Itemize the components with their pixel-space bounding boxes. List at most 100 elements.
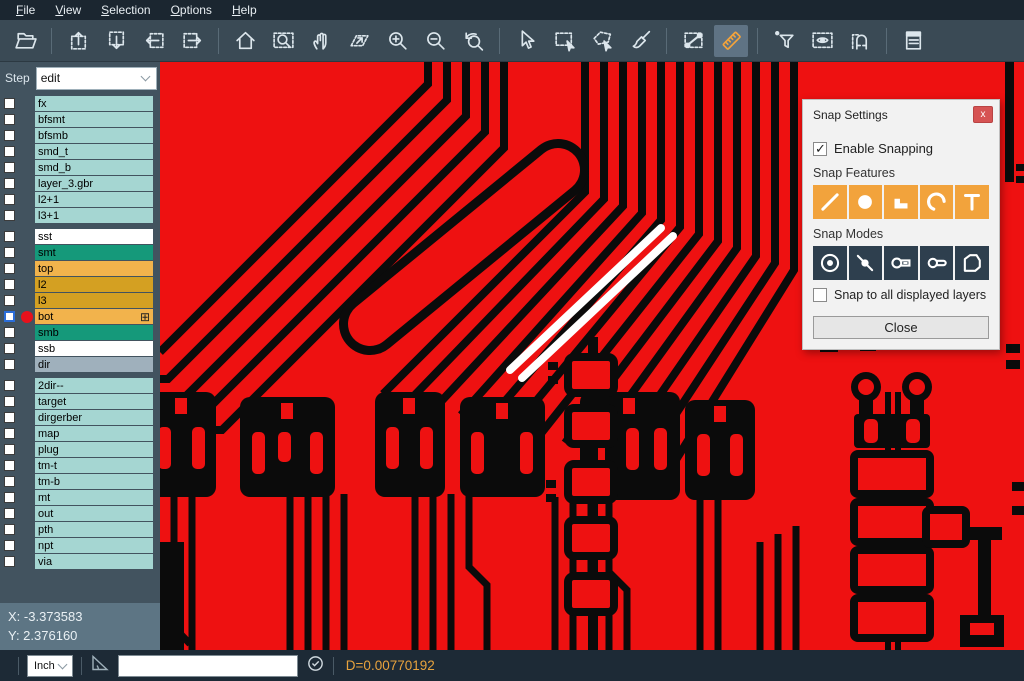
pan-right-icon[interactable] — [175, 25, 209, 57]
layer-name-label[interactable]: pth — [35, 522, 153, 537]
measure-input[interactable] — [118, 655, 298, 677]
snap-all-layers-row[interactable]: Snap to all displayed layers — [813, 288, 989, 302]
display-eye-icon[interactable] — [805, 25, 839, 57]
layer-name-label[interactable]: map — [35, 426, 153, 441]
layer-visibility-checkbox[interactable] — [4, 162, 15, 173]
layer-row-smd_t[interactable]: smd_t — [0, 144, 160, 159]
enable-snapping-checkbox[interactable] — [813, 142, 827, 156]
select-cursor-icon[interactable] — [509, 25, 543, 57]
pan-hand-icon[interactable] — [304, 25, 338, 57]
layer-visibility-checkbox[interactable] — [4, 295, 15, 306]
select-rect-icon[interactable] — [547, 25, 581, 57]
sync-check-icon[interactable] — [306, 654, 325, 678]
mode-center-icon[interactable] — [813, 246, 847, 280]
layer-row-2dir--[interactable]: 2dir-- — [0, 378, 160, 393]
close-button[interactable]: Close — [813, 316, 989, 339]
layer-row-top[interactable]: top — [0, 261, 160, 276]
layer-row-mt[interactable]: mt — [0, 490, 160, 505]
layer-row-bfsmb[interactable]: bfsmb — [0, 128, 160, 143]
layer-visibility-checkbox[interactable] — [4, 540, 15, 551]
snap-all-layers-checkbox[interactable] — [813, 288, 827, 302]
layer-row-target[interactable]: target — [0, 394, 160, 409]
layer-row-layer_3.gbr[interactable]: layer_3.gbr — [0, 176, 160, 191]
layer-row-dir[interactable]: dir — [0, 357, 160, 372]
layer-name-label[interactable]: 2dir-- — [35, 378, 153, 393]
menu-selection[interactable]: Selection — [91, 1, 160, 19]
layer-visibility-checkbox[interactable] — [4, 359, 15, 370]
zoom-window-icon[interactable] — [266, 25, 300, 57]
unit-dropdown[interactable]: Inch — [27, 655, 73, 677]
snap-magnet-icon[interactable] — [843, 25, 877, 57]
layer-row-pth[interactable]: pth — [0, 522, 160, 537]
mode-contour-icon[interactable] — [955, 246, 989, 280]
layer-row-npt[interactable]: npt — [0, 538, 160, 553]
layer-name-label[interactable]: npt — [35, 538, 153, 553]
zoom-in-icon[interactable] — [380, 25, 414, 57]
menu-help[interactable]: Help — [222, 1, 267, 19]
layer-visibility-checkbox[interactable] — [4, 311, 15, 322]
layer-name-label[interactable]: dir — [35, 357, 153, 372]
mode-point-icon[interactable] — [849, 246, 883, 280]
layer-visibility-checkbox[interactable] — [4, 231, 15, 242]
snap-line-icon[interactable] — [813, 185, 847, 219]
layer-visibility-checkbox[interactable] — [4, 460, 15, 471]
layer-name-label[interactable]: fx — [35, 96, 153, 111]
layer-name-label[interactable]: mt — [35, 490, 153, 505]
layer-visibility-checkbox[interactable] — [4, 327, 15, 338]
layer-visibility-checkbox[interactable] — [4, 194, 15, 205]
layer-visibility-checkbox[interactable] — [4, 178, 15, 189]
layer-name-label[interactable]: layer_3.gbr — [35, 176, 153, 191]
layer-name-label[interactable]: smd_b — [35, 160, 153, 175]
snap-surface-icon[interactable] — [884, 185, 918, 219]
filter-icon[interactable] — [767, 25, 801, 57]
layer-visibility-checkbox[interactable] — [4, 524, 15, 535]
mode-pad-slot-icon[interactable] — [884, 246, 918, 280]
layer-visibility-checkbox[interactable] — [4, 263, 15, 274]
zoom-out-icon[interactable] — [418, 25, 452, 57]
layer-row-l2+1[interactable]: l2+1 — [0, 192, 160, 207]
layer-row-smb[interactable]: smb — [0, 325, 160, 340]
pcb-canvas[interactable]: Snap Settings x Enable Snapping Snap Fea… — [160, 62, 1024, 650]
layer-row-l3+1[interactable]: l3+1 — [0, 208, 160, 223]
layers-panel-icon[interactable] — [896, 25, 930, 57]
home-view-icon[interactable] — [228, 25, 262, 57]
menu-file[interactable]: File — [6, 1, 45, 19]
layer-visibility-checkbox[interactable] — [4, 146, 15, 157]
layer-visibility-checkbox[interactable] — [4, 428, 15, 439]
layer-row-via[interactable]: via — [0, 554, 160, 569]
layer-row-fx[interactable]: fx — [0, 96, 160, 111]
pan-up-icon[interactable] — [61, 25, 95, 57]
angle-measure-icon[interactable] — [90, 653, 110, 678]
layer-name-label[interactable]: tm-b — [35, 474, 153, 489]
open-folder-icon[interactable] — [8, 25, 42, 57]
layer-visibility-checkbox[interactable] — [4, 114, 15, 125]
step-dropdown[interactable]: edit — [36, 67, 157, 90]
layer-row-l3[interactable]: l3 — [0, 293, 160, 308]
layer-row-plug[interactable]: plug — [0, 442, 160, 457]
layer-visibility-checkbox[interactable] — [4, 343, 15, 354]
menu-options[interactable]: Options — [161, 1, 222, 19]
layer-visibility-checkbox[interactable] — [4, 210, 15, 221]
layer-name-label[interactable]: smd_t — [35, 144, 153, 159]
layer-row-map[interactable]: map — [0, 426, 160, 441]
layer-row-bfsmt[interactable]: bfsmt — [0, 112, 160, 127]
layer-name-label[interactable]: l3+1 — [35, 208, 153, 223]
pan-down-icon[interactable] — [99, 25, 133, 57]
layer-name-label[interactable]: out — [35, 506, 153, 521]
layer-visibility-checkbox[interactable] — [4, 396, 15, 407]
mode-pad-key-icon[interactable] — [920, 246, 954, 280]
clean-brush-icon[interactable] — [623, 25, 657, 57]
layer-row-l2[interactable]: l2 — [0, 277, 160, 292]
layer-visibility-checkbox[interactable] — [4, 279, 15, 290]
layer-visibility-checkbox[interactable] — [4, 412, 15, 423]
layer-row-dirgerber[interactable]: dirgerber — [0, 410, 160, 425]
layer-name-label[interactable]: target — [35, 394, 153, 409]
layer-name-label[interactable]: via — [35, 554, 153, 569]
layer-name-label[interactable]: smt — [35, 245, 153, 260]
layer-name-label[interactable]: l2 — [35, 277, 153, 292]
close-icon[interactable]: x — [973, 106, 993, 123]
layer-name-label[interactable]: smb — [35, 325, 153, 340]
layer-name-label[interactable]: bfsmt — [35, 112, 153, 127]
layer-name-label[interactable]: l2+1 — [35, 192, 153, 207]
snap-text-icon[interactable] — [955, 185, 989, 219]
